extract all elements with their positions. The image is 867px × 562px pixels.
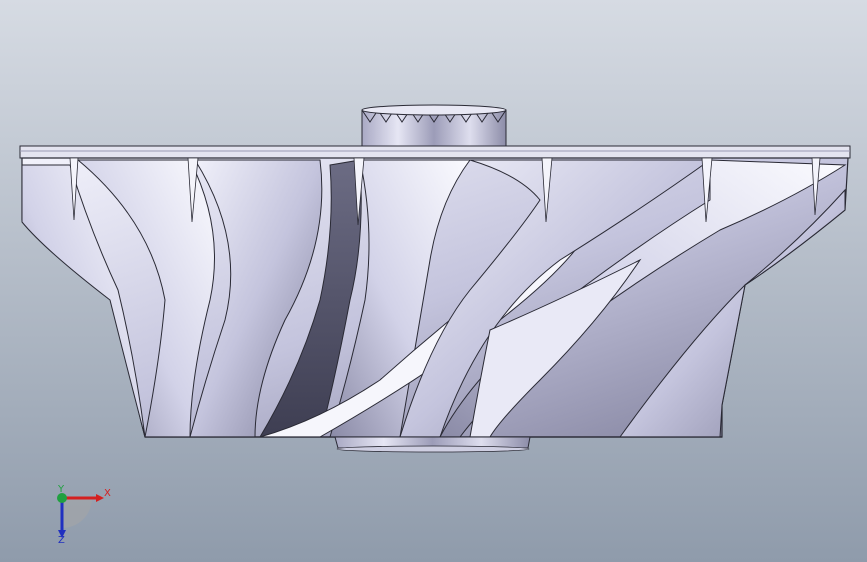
bottom-hub[interactable] xyxy=(334,436,531,453)
y-axis-label: Y xyxy=(57,484,65,495)
spline-hub[interactable] xyxy=(361,104,507,149)
triad-plane xyxy=(62,498,92,528)
x-axis-label: X xyxy=(104,488,111,499)
coordinate-triad: X Y Z xyxy=(44,480,114,546)
x-axis-head xyxy=(96,494,104,502)
top-plate[interactable] xyxy=(19,145,851,159)
z-axis-label: Z xyxy=(58,535,65,544)
impeller-body[interactable] xyxy=(21,157,849,438)
graphics-viewport[interactable]: X Y Z xyxy=(0,0,867,562)
impeller-model[interactable] xyxy=(0,0,867,562)
